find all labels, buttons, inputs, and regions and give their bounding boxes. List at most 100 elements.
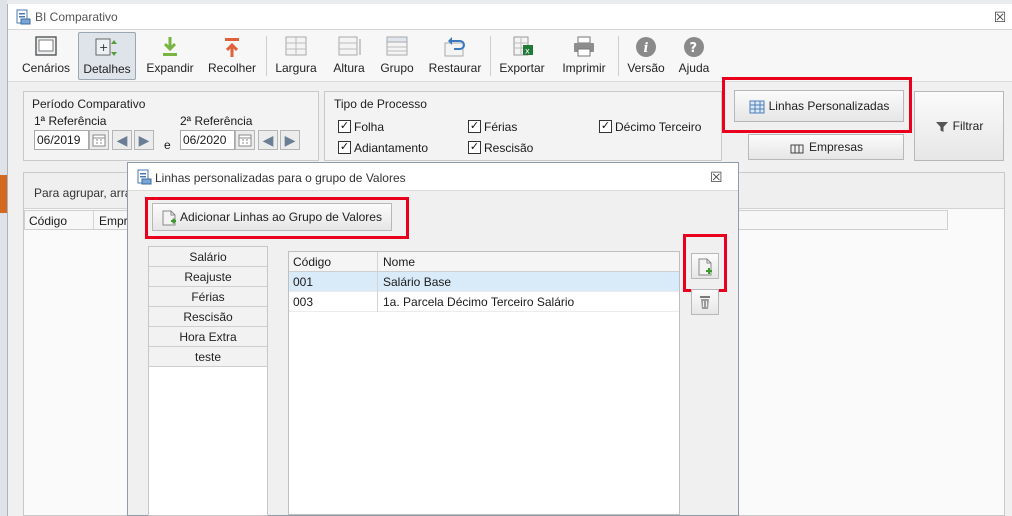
collapse-icon — [225, 38, 239, 57]
details-icon: + — [95, 38, 117, 56]
lines-grid-header: Código Nome — [289, 252, 679, 272]
ref2-date-input[interactable]: 06/2020 — [180, 130, 235, 150]
toolbar-label: Restaurar — [428, 61, 482, 75]
scenarios-icon — [35, 36, 57, 56]
conjunction-label: e — [164, 138, 171, 152]
checkbox-adiantamento[interactable]: ✓ — [338, 141, 351, 154]
toolbar-button-ajuda[interactable]: ? Ajuda — [672, 32, 716, 80]
calendar-icon[interactable] — [235, 130, 255, 150]
lines-grid: Código Nome 001 Salário Base 003 1a. Par… — [288, 251, 680, 515]
toolbar-separator — [266, 36, 267, 76]
button-label: Empresas — [808, 140, 864, 154]
arrow-right-icon[interactable]: ▶ — [280, 130, 300, 150]
toolbar-label: Detalhes — [83, 62, 131, 76]
cell-nome: Salário Base — [383, 275, 452, 289]
toolbar-button-recolher[interactable]: Recolher — [202, 32, 262, 80]
cell-codigo: 001 — [293, 275, 314, 289]
toolbar-button-expandir[interactable]: Expandir — [142, 32, 198, 80]
toolbar-button-altura[interactable]: Altura — [326, 32, 372, 80]
close-icon[interactable]: ☒ — [992, 9, 1008, 25]
column-header-empresa[interactable]: Empr — [99, 214, 128, 228]
column-header-codigo[interactable]: Código — [293, 252, 331, 272]
dialog-title-bar: Linhas personalizadas para o grupo de Va… — [128, 163, 738, 191]
group-icon — [386, 36, 408, 56]
tipo-processo-group: Tipo de Processo ✓ Folha ✓ Férias ✓ Déci… — [324, 91, 722, 161]
toolbar-button-grupo[interactable]: Grupo — [376, 32, 418, 80]
restore-icon — [444, 37, 465, 57]
toolbar-label: Exportar — [499, 61, 545, 75]
checkbox-ferias[interactable]: ✓ — [468, 120, 481, 133]
checkbox-label: Décimo Terceiro — [615, 120, 702, 134]
group-title: Período Comparativo — [32, 97, 146, 111]
periodo-comparativo-group: Período Comparativo 1ª Referência 2ª Ref… — [23, 91, 319, 161]
delete-line-button[interactable] — [691, 289, 719, 315]
close-icon[interactable]: ☒ — [710, 169, 723, 186]
checkbox-folha[interactable]: ✓ — [338, 120, 351, 133]
list-item[interactable]: Hora Extra — [149, 327, 267, 347]
linhas-personalizadas-dialog: Linhas personalizadas para o grupo de Va… — [127, 162, 739, 516]
table-row[interactable]: 003 1a. Parcela Décimo Terceiro Salário — [289, 292, 679, 312]
empresas-button[interactable]: Empresas — [748, 134, 904, 160]
toolbar-button-restaurar[interactable]: Restaurar — [424, 32, 486, 80]
dialog-title: Linhas personalizadas para o grupo de Va… — [155, 171, 406, 185]
toolbar-label: Cenários — [21, 61, 71, 75]
ref2-label: 2ª Referência — [180, 114, 253, 128]
button-label: Filtrar — [952, 119, 984, 133]
toolbar-label: Recolher — [207, 61, 257, 75]
background-accent — [0, 175, 7, 213]
excel-export-icon: x — [513, 36, 533, 56]
column-separator — [377, 292, 378, 312]
list-item[interactable]: Salário — [149, 247, 267, 267]
toolbar-button-versao[interactable]: i Versão — [622, 32, 670, 80]
arrow-right-icon[interactable]: ▶ — [134, 130, 154, 150]
group-list: Salário Reajuste Férias Rescisão Hora Ex… — [148, 246, 268, 516]
toolbar-button-detalhes[interactable]: + Detalhes — [78, 32, 136, 80]
building-icon — [790, 144, 804, 154]
list-item[interactable]: Férias — [149, 287, 267, 307]
calendar-icon[interactable] — [89, 130, 109, 150]
help-icon: ? — [684, 37, 704, 57]
list-item[interactable]: Reajuste — [149, 267, 267, 287]
column-separator — [93, 211, 94, 229]
ref1-label: 1ª Referência — [34, 114, 107, 128]
checkbox-rescisao[interactable]: ✓ — [468, 141, 481, 154]
toolbar-label: Versão — [627, 61, 665, 75]
checkbox-decimo-terceiro[interactable]: ✓ — [599, 120, 612, 133]
arrow-left-icon[interactable]: ◀ — [258, 130, 278, 150]
column-header-nome[interactable]: Nome — [383, 252, 415, 272]
svg-text:x: x — [525, 47, 530, 56]
printer-icon — [574, 36, 594, 57]
highlight-box — [683, 234, 727, 292]
toolbar-button-cenarios[interactable]: Cenários — [18, 32, 74, 80]
arrow-left-icon[interactable]: ◀ — [112, 130, 132, 150]
checkbox-label: Rescisão — [484, 141, 534, 155]
filtrar-button[interactable]: Filtrar — [914, 91, 1004, 161]
info-icon: i — [636, 37, 656, 57]
checkbox-label: Folha — [354, 120, 385, 134]
checkbox-label: Adiantamento — [354, 141, 429, 155]
toolbar-button-largura[interactable]: Largura — [270, 32, 322, 80]
toolbar-label: Largura — [275, 61, 317, 75]
toolbar-button-exportar[interactable]: x Exportar — [494, 32, 550, 80]
app-icon — [16, 9, 31, 25]
ref1-date-input[interactable]: 06/2019 — [34, 130, 89, 150]
highlight-box — [145, 197, 409, 239]
toolbar-label: Imprimir — [562, 61, 606, 75]
list-item[interactable]: teste — [149, 347, 267, 367]
width-icon — [285, 36, 307, 56]
toolbar-button-imprimir[interactable]: Imprimir — [554, 32, 614, 80]
list-item[interactable]: Rescisão — [149, 307, 267, 327]
toolbar-label: Grupo — [380, 61, 414, 75]
table-row[interactable]: 001 Salário Base — [289, 272, 679, 292]
toolbar-label: Altura — [333, 61, 365, 75]
column-separator — [377, 272, 378, 292]
height-icon — [338, 36, 361, 56]
toolbar-separator — [490, 36, 491, 76]
svg-text:i: i — [644, 41, 649, 56]
toolbar-label: Expandir — [146, 61, 194, 75]
highlight-box — [722, 77, 912, 133]
cell-codigo: 003 — [293, 295, 314, 309]
filter-icon — [935, 121, 948, 132]
svg-text:?: ? — [690, 41, 698, 56]
column-header-codigo[interactable]: Código — [29, 214, 67, 228]
